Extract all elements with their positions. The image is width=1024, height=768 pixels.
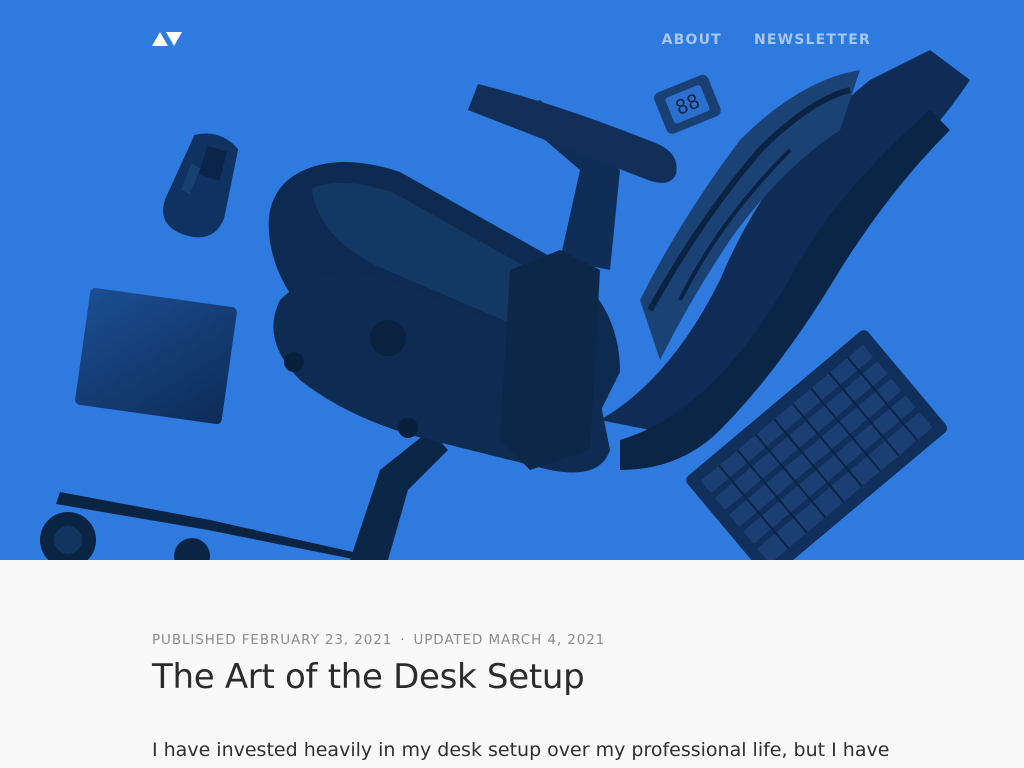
hero-illustration: 88 [40,50,970,560]
clock-icon: 88 [654,74,721,134]
main-nav: ABOUT NEWSLETTER [662,31,871,49]
trackpad-icon [75,287,237,425]
published-date: PUBLISHED FEBRUARY 23, 2021 [152,632,393,648]
hero-banner: 88 ABOUT NEWSLETTER [0,0,1024,560]
av-logo-icon[interactable] [152,31,182,47]
meta-separator: · [400,632,406,648]
article-lead-paragraph: I have invested heavily in my desk setup… [152,739,890,761]
article-meta: PUBLISHED FEBRUARY 23, 2021 · UPDATED MARC… [152,631,872,649]
nav-link-about[interactable]: ABOUT [662,31,722,49]
nav-link-newsletter[interactable]: NEWSLETTER [754,31,871,49]
updated-date: UPDATED MARCH 4, 2021 [413,632,606,648]
mouse-icon [163,133,239,238]
article-title: The Art of the Desk Setup [152,657,585,697]
article-header: PUBLISHED FEBRUARY 23, 2021 · UPDATED MARC… [152,631,872,696]
